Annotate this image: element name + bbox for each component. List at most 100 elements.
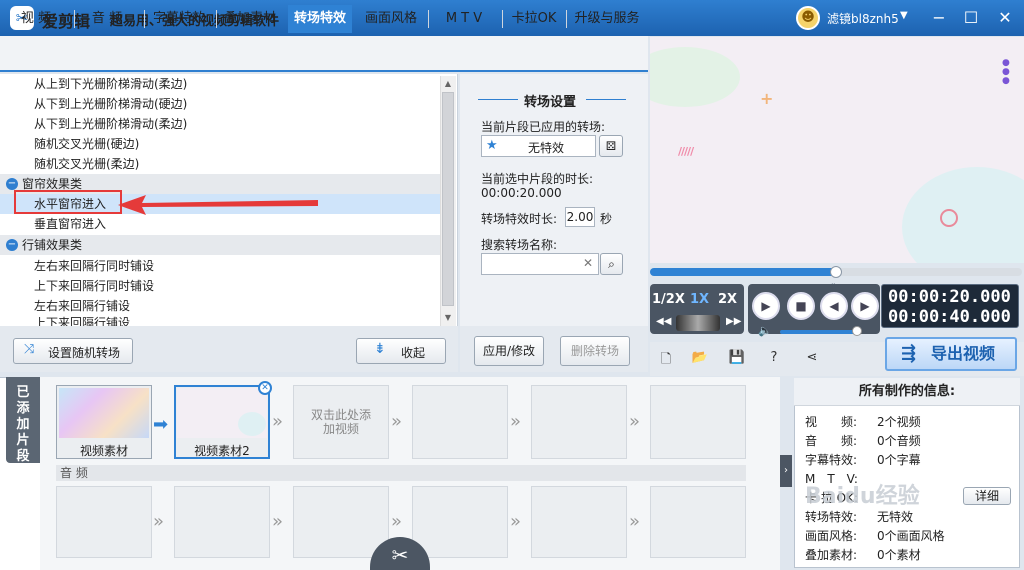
export-video-button[interactable]: ⇶ 导出视频: [885, 337, 1017, 371]
video-preview[interactable]: + ///// ● ● ●: [650, 37, 1024, 263]
share-icon[interactable]: ⋖: [802, 350, 822, 368]
clip-thumbnail: [59, 388, 149, 438]
jog-wheel[interactable]: [676, 315, 720, 331]
new-file-icon[interactable]: 🗋: [656, 350, 676, 368]
close-icon[interactable]: ✕: [990, 4, 1020, 32]
tab-divider: [144, 10, 145, 28]
maximize-icon[interactable]: ☐: [956, 4, 986, 32]
time-display: 00:00:20.000 00:00:40.000: [881, 284, 1019, 328]
info-row: 字幕特效: 0个字幕: [805, 453, 921, 467]
save-icon[interactable]: 💾: [727, 350, 747, 368]
chevron-right-icon: »: [391, 411, 403, 432]
audio-slot[interactable]: [174, 486, 270, 558]
list-item[interactable]: 随机交叉光栅(柔边): [0, 154, 440, 174]
chevron-right-icon[interactable]: ›: [780, 455, 792, 487]
list-item[interactable]: 左右来回隔行同时铺设: [0, 256, 440, 276]
list-item[interactable]: 从下到上光栅阶梯滑动(柔边): [0, 114, 440, 134]
tab-video[interactable]: 视 频: [6, 5, 66, 33]
forward-icon[interactable]: ▶▶: [726, 316, 741, 327]
shuffle-icon: ⤨: [24, 342, 35, 357]
rewind-icon[interactable]: ◀◀: [656, 316, 671, 327]
added-clips-tab[interactable]: 已添加片段: [6, 377, 40, 464]
scroll-thumb[interactable]: [442, 92, 454, 306]
user-avatar-icon[interactable]: ☻: [796, 6, 820, 30]
clip-label: 视频素材2: [194, 444, 250, 458]
speed-1x[interactable]: 1X: [690, 292, 709, 307]
duration-value: 00:00:20.000: [481, 186, 562, 200]
tab-divider: [216, 10, 217, 28]
empty-clip-slot[interactable]: [412, 385, 508, 459]
clear-icon[interactable]: ✕: [583, 256, 593, 270]
minimize-icon[interactable]: −: [924, 4, 954, 32]
chevron-right-icon: »: [510, 411, 522, 432]
tab-mtv[interactable]: M T V: [430, 5, 498, 33]
random-transition-label: 设置随机转场: [48, 346, 121, 360]
red-arrow-icon: [118, 195, 318, 215]
volume-knob[interactable]: [852, 326, 862, 336]
watermark: Baidu经验: [805, 484, 920, 509]
stop-icon[interactable]: ■: [787, 292, 815, 320]
tab-transitions[interactable]: 转场特效: [288, 5, 352, 33]
list-item[interactable]: 上下来回隔行同时铺设: [0, 276, 440, 296]
search-input[interactable]: [481, 253, 599, 275]
volume-icon[interactable]: 🔈: [758, 324, 772, 337]
info-title: 所有制作的信息:: [794, 378, 1020, 406]
username[interactable]: 滤镜bl8znh5: [827, 10, 899, 27]
help-icon[interactable]: ?: [764, 350, 784, 368]
audio-slot[interactable]: [56, 486, 152, 558]
info-row: 画面风格: 0个画面风格: [805, 529, 945, 543]
open-folder-icon[interactable]: 📂: [690, 350, 710, 368]
tab-upgrade[interactable]: 升级与服务: [568, 5, 646, 33]
speed-2x[interactable]: 2X: [718, 292, 737, 307]
detail-button[interactable]: 详细: [963, 487, 1011, 505]
list-item[interactable]: 从下到上光栅阶梯滑动(硬边): [0, 94, 440, 114]
title-rule: [478, 99, 518, 100]
arrow-right-icon: ➡: [153, 414, 169, 435]
dice-icon[interactable]: ⚄: [599, 135, 623, 157]
tab-karaoke[interactable]: 卡拉OK: [504, 5, 564, 33]
remove-clip-icon[interactable]: ✕: [258, 381, 272, 395]
tab-styles[interactable]: 画面风格: [358, 5, 424, 33]
info-row: 叠加素材: 0个素材: [805, 548, 921, 562]
delete-transition-button[interactable]: 删除转场: [560, 336, 630, 366]
tab-audio[interactable]: 音 频: [76, 5, 138, 33]
added-clips-label: 已添加片段: [16, 385, 30, 464]
effect-duration-label: 转场特效时长:: [481, 212, 558, 226]
scroll-up-icon[interactable]: ▲: [440, 76, 456, 92]
plus-decoration: +: [760, 89, 774, 108]
empty-clip-slot[interactable]: [650, 385, 746, 459]
collapse-icon: ⇟: [374, 341, 386, 357]
audio-slot[interactable]: [650, 486, 746, 558]
effect-duration-unit: 秒: [600, 212, 613, 226]
list-item[interactable]: 上下来回隔行铺设: [0, 316, 440, 326]
prev-frame-icon[interactable]: ◀: [820, 292, 848, 320]
empty-clip-slot[interactable]: [531, 385, 627, 459]
play-icon[interactable]: ▶: [752, 292, 780, 320]
tab-subtitle-effects[interactable]: 字幕特效: [146, 5, 212, 33]
search-icon[interactable]: ⌕: [600, 253, 623, 275]
speed-half[interactable]: 1/2X: [652, 292, 685, 307]
tab-overlay[interactable]: 叠加素材: [218, 5, 282, 33]
list-item[interactable]: 左右来回隔行铺设: [0, 296, 440, 316]
chevron-down-icon[interactable]: ▼: [900, 10, 908, 21]
chevron-right-icon: »: [391, 511, 403, 532]
audio-slot[interactable]: [293, 486, 389, 558]
effect-duration-input[interactable]: 2.00: [565, 207, 595, 227]
volume-slider[interactable]: [780, 330, 860, 334]
current-time: 00:00:20.000: [888, 287, 1011, 307]
apply-button[interactable]: 应用/修改: [474, 336, 544, 366]
collapse-minus-icon[interactable]: −: [6, 178, 18, 190]
list-item[interactable]: 随机交叉光栅(硬边): [0, 134, 440, 154]
info-row: 转场特效: 无特效: [805, 510, 914, 524]
chevron-right-icon: »: [272, 411, 284, 432]
next-frame-icon[interactable]: ▶: [851, 292, 879, 320]
audio-track-label: 音 频: [56, 465, 746, 481]
audio-slot[interactable]: [531, 486, 627, 558]
scroll-down-icon[interactable]: ▼: [440, 310, 456, 326]
list-item[interactable]: 从上到下光栅阶梯滑动(柔边): [0, 74, 440, 94]
collapse-minus-icon[interactable]: −: [6, 239, 18, 251]
category-row-laying[interactable]: 行铺效果类: [0, 235, 440, 255]
audio-slot[interactable]: [412, 486, 508, 558]
title-rule: [586, 99, 626, 100]
progress-knob[interactable]: [830, 266, 842, 278]
